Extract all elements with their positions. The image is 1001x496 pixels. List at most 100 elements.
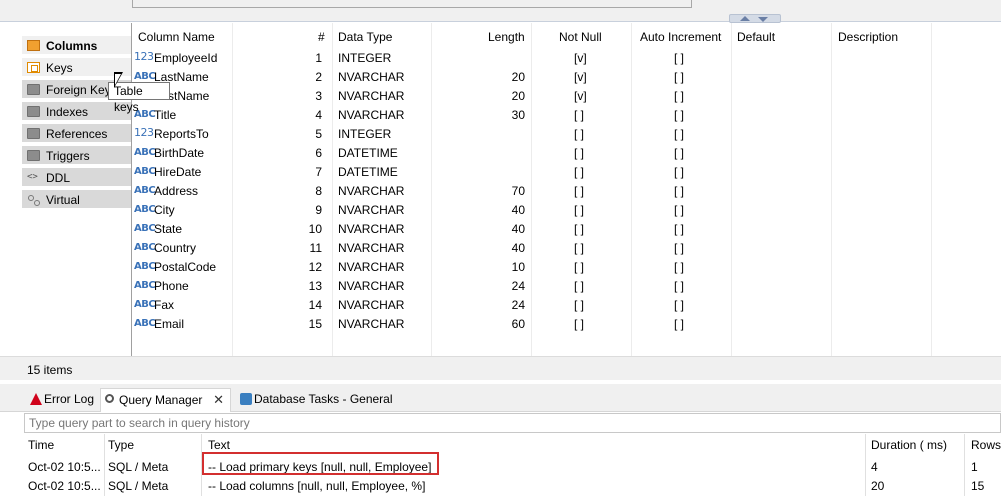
key-icon: [27, 62, 40, 73]
side-tab-label: References: [46, 127, 108, 141]
cell-auto-increment: [ ]: [674, 165, 685, 179]
side-tab-virtual[interactable]: Virtual: [22, 190, 131, 210]
column-type-text-icon: ABC: [134, 223, 156, 234]
header-column-name[interactable]: Column Name: [138, 30, 215, 44]
side-tab-label: DDL: [46, 171, 71, 185]
cell-ordinal: 6: [315, 146, 322, 160]
cell-not-null: [ ]: [574, 127, 585, 141]
cell-column-name: BirthDate: [154, 146, 205, 160]
cell-column-name: Email: [154, 317, 185, 331]
cell-data-type: DATETIME: [338, 165, 398, 179]
cell-time: Oct-02 10:5...: [28, 460, 101, 474]
table-row[interactable]: ABC City 9 NVARCHAR 40 [ ] [ ]: [132, 201, 1001, 220]
side-tab-ddl[interactable]: <> DDL: [22, 168, 131, 188]
header-length[interactable]: Length: [488, 30, 525, 44]
header-default[interactable]: Default: [737, 30, 775, 44]
query-history-search-input[interactable]: Type query part to search in query histo…: [24, 413, 1001, 433]
column-type-text-icon: ABC: [134, 299, 156, 310]
close-icon[interactable]: ✕: [213, 389, 224, 411]
side-tab-triggers[interactable]: Triggers: [22, 146, 131, 166]
header-type[interactable]: Type: [108, 438, 134, 452]
cell-text: -- Load columns [null, null, Employee, %…: [208, 479, 426, 493]
table-row[interactable]: ABC Fax 14 NVARCHAR 24 [ ] [ ]: [132, 296, 1001, 315]
chevron-down-icon: [758, 17, 768, 22]
column-divider: [104, 434, 105, 496]
header-not-null[interactable]: Not Null: [559, 30, 602, 44]
cell-column-name: State: [154, 222, 183, 236]
cell-not-null: [v]: [574, 89, 587, 103]
cell-data-type: INTEGER: [338, 127, 392, 141]
cell-auto-increment: [ ]: [674, 241, 685, 255]
table-row[interactable]: 123 ReportsTo 5 INTEGER [ ] [ ]: [132, 125, 1001, 144]
table-row[interactable]: ABC HireDate 7 DATETIME [ ] [ ]: [132, 163, 1001, 182]
triggers-icon: [27, 150, 40, 161]
table-row[interactable]: ABC Email 15 NVARCHAR 60 [ ] [ ]: [132, 315, 1001, 334]
cell-length: 20: [511, 70, 525, 84]
cell-not-null: [ ]: [574, 298, 585, 312]
side-tab-label: Keys: [46, 61, 73, 75]
header-ordinal[interactable]: #: [318, 30, 325, 44]
cell-ordinal: 10: [308, 222, 322, 236]
cell-not-null: [ ]: [574, 203, 585, 217]
cell-column-name: Address: [154, 184, 199, 198]
column-type-text-icon: ABC: [134, 318, 156, 329]
cell-length: 60: [511, 317, 525, 331]
tab-query-manager[interactable]: Query Manager ✕: [100, 388, 231, 412]
side-tab-label: Triggers: [46, 149, 90, 163]
column-type-text-icon: ABC: [134, 147, 156, 158]
header-time[interactable]: Time: [28, 438, 54, 452]
column-type-text-icon: ABC: [134, 261, 156, 272]
header-text[interactable]: Text: [208, 438, 230, 452]
collapse-panel-toggle[interactable]: [729, 14, 781, 23]
table-row[interactable]: 123 EmployeeId 1 INTEGER [v] [ ]: [132, 49, 1001, 68]
header-duration[interactable]: Duration ( ms): [871, 438, 947, 452]
side-tab-references[interactable]: References: [22, 124, 131, 144]
header-rows[interactable]: Rows: [971, 438, 1001, 452]
cell-data-type: NVARCHAR: [338, 70, 405, 84]
tab-database-tasks[interactable]: Database Tasks - General: [236, 388, 396, 412]
side-tab-columns[interactable]: Columns: [22, 36, 131, 56]
header-auto-increment[interactable]: Auto Increment: [640, 30, 721, 44]
cell-not-null: [ ]: [574, 279, 585, 293]
header-description[interactable]: Description: [838, 30, 898, 44]
cell-ordinal: 11: [309, 241, 322, 255]
cell-time: Oct-02 10:5...: [28, 479, 101, 493]
cell-length: 10: [511, 260, 525, 274]
table-row[interactable]: ABCFirstName3NVARCHAR20[v][ ]: [132, 87, 1001, 106]
cell-auto-increment: [ ]: [674, 203, 685, 217]
cell-ordinal: 3: [315, 89, 322, 103]
table-row[interactable]: ABC Phone 13 NVARCHAR 24 [ ] [ ]: [132, 277, 1001, 296]
cell-column-name: Country: [154, 241, 197, 255]
table-row[interactable]: ABC State 10 NVARCHAR 40 [ ] [ ]: [132, 220, 1001, 239]
items-count: 15 items: [27, 363, 73, 377]
header-data-type[interactable]: Data Type: [338, 30, 392, 44]
tab-error-log[interactable]: Error Log: [26, 388, 96, 412]
cell-auto-increment: [ ]: [674, 298, 685, 312]
bottom-view-tabs: Error Log Query Manager ✕ Database Tasks…: [0, 384, 1001, 412]
column-type-numeric-icon: 123: [134, 126, 154, 139]
table-row[interactable]: ABC Address 8 NVARCHAR 70 [ ] [ ]: [132, 182, 1001, 201]
cell-data-type: INTEGER: [338, 51, 392, 65]
cell-data-type: NVARCHAR: [338, 260, 405, 274]
cell-ordinal: 4: [315, 108, 322, 122]
cell-length: 30: [511, 108, 525, 122]
cell-column-name: HireDate: [154, 165, 202, 179]
cell-ordinal: 7: [315, 165, 322, 179]
table-row[interactable]: ABC Country 11 NVARCHAR 40 [ ] [ ]: [132, 239, 1001, 258]
table-row[interactable]: ABC BirthDate 6 DATETIME [ ] [ ]: [132, 144, 1001, 163]
cell-auto-increment: [ ]: [674, 184, 685, 198]
table-row[interactable]: ABC LastName 2 NVARCHAR 20 [v][ ]: [132, 68, 1001, 87]
tab-label: Database Tasks - General: [254, 392, 393, 406]
cell-column-name: Phone: [154, 279, 189, 293]
table-row[interactable]: ABC Title 4 NVARCHAR 30[ ][ ]: [132, 106, 1001, 125]
tab-label: Error Log: [44, 392, 95, 406]
cell-auto-increment: [ ]: [674, 279, 685, 293]
side-tab-label: Virtual: [46, 193, 80, 207]
cell-not-null: [ ]: [574, 241, 585, 255]
table-row[interactable]: ABC PostalCode 12 NVARCHAR 10 [ ] [ ]: [132, 258, 1001, 277]
cell-length: 40: [511, 222, 525, 236]
cell-ordinal: 2: [315, 70, 322, 84]
cell-auto-increment: [ ]: [674, 89, 685, 103]
column-type-numeric-icon: 123: [134, 50, 154, 63]
cell-length: 24: [511, 279, 525, 293]
